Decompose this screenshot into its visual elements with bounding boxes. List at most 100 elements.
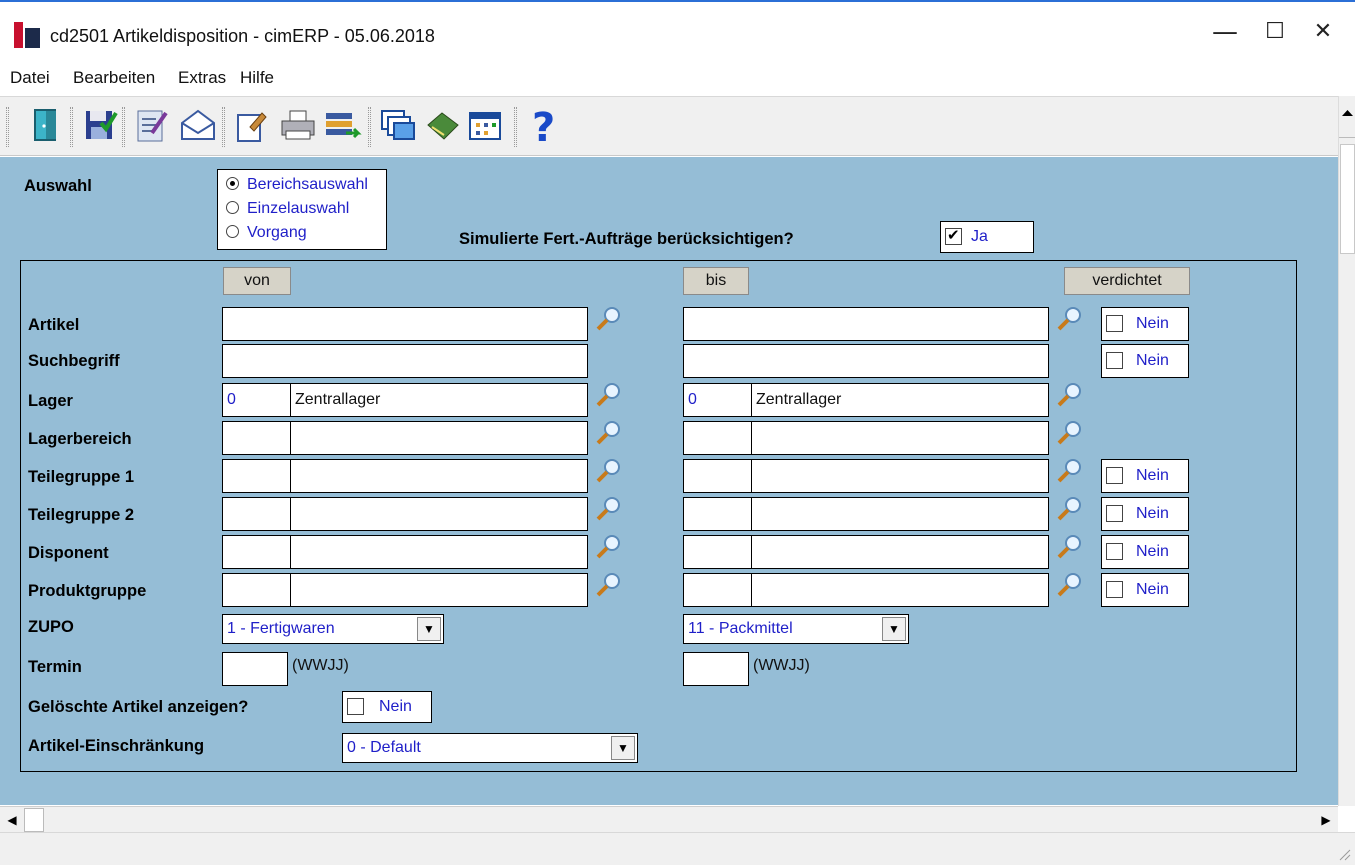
search-magnifier-icon[interactable] [594,381,622,409]
disponent-bis-code-input[interactable] [683,535,752,569]
teilegruppe2-verdichtet-checkbox[interactable]: Nein [1101,497,1189,531]
properties-icon[interactable] [232,105,272,147]
geloeschte-checkbox[interactable]: Nein [342,691,432,723]
search-magnifier-icon[interactable] [594,305,622,333]
save-icon[interactable] [80,105,120,147]
produktgruppe-bis-code-input[interactable] [683,573,752,607]
search-magnifier-icon[interactable] [1055,419,1083,447]
svg-text:?: ? [532,105,555,147]
horizontal-scrollbar[interactable]: ◀ ▶ [0,806,1338,832]
teilegruppe2-bis-code-input[interactable] [683,497,752,531]
termin-von-input[interactable] [222,652,288,686]
toolbar-separator [222,107,225,147]
menu-bearbeiten[interactable]: Bearbeiten [73,68,155,88]
chevron-down-icon[interactable]: ▼ [417,617,441,641]
radio-vorgang[interactable]: Vorgang [226,224,307,242]
chevron-down-icon[interactable]: ▼ [882,617,906,641]
scroll-left-icon[interactable]: ◀ [2,809,22,831]
maximize-button[interactable]: ☐ [1255,12,1295,52]
exit-door-icon[interactable] [28,105,68,147]
menu-hilfe[interactable]: Hilfe [240,68,274,88]
disponent-von-name-field [290,535,588,569]
search-magnifier-icon[interactable] [594,495,622,523]
search-magnifier-icon[interactable] [1055,381,1083,409]
close-button[interactable]: ✕ [1303,12,1343,52]
artikel-von-input[interactable] [222,307,588,341]
teilegruppe1-label: Teilegruppe 1 [28,468,135,486]
lagerbereich-bis-name-field [751,421,1049,455]
search-magnifier-icon[interactable] [594,419,622,447]
help-icon[interactable]: ? [524,105,564,151]
hscroll-thumb[interactable] [24,808,44,832]
teilegruppe1-verdichtet-checkbox[interactable]: Nein [1101,459,1189,493]
search-magnifier-icon[interactable] [1055,571,1083,599]
minimize-button[interactable]: — [1205,12,1245,52]
table-icon[interactable] [466,105,506,147]
suchbegriff-label: Suchbegriff [28,352,120,370]
chevron-down-icon[interactable]: ▼ [611,736,635,760]
radio-unselected-icon [226,225,239,238]
artikel-verdichtet-checkbox[interactable]: Nein [1101,307,1189,341]
artikel-label: Artikel [28,316,80,334]
disponent-label: Disponent [28,544,109,562]
toolbar-separator [6,107,9,147]
disponent-verdichtet-checkbox[interactable]: Nein [1101,535,1189,569]
termin-bis-hint: (WWJJ) [753,657,810,674]
lager-von-name-field: Zentrallager [290,383,588,417]
menu-bar: Datei Bearbeiten Extras Hilfe [0,60,1355,94]
transfer-icon[interactable] [322,105,362,147]
teilegruppe2-label: Teilegruppe 2 [28,506,135,524]
produktgruppe-bis-name-field [751,573,1049,607]
windows-icon[interactable] [378,105,418,147]
scroll-thumb[interactable] [1340,144,1355,254]
toolbar: ? [0,96,1338,156]
teilegruppe1-bis-code-input[interactable] [683,459,752,493]
lager-bis-code-input[interactable]: 0 [683,383,752,417]
radio-einzelauswahl[interactable]: Einzelauswahl [226,200,349,218]
radio-bereichsauswahl[interactable]: Bereichsauswahl [226,176,368,194]
simuliert-label: Simulierte Fert.-Aufträge berücksichtige… [459,230,794,248]
scroll-up-icon[interactable] [1339,96,1355,138]
zupo-bis-select[interactable]: 11 - Packmittel ▼ [683,614,909,644]
search-magnifier-icon[interactable] [1055,495,1083,523]
toolbar-separator [368,107,371,147]
suchbegriff-von-input[interactable] [222,344,588,378]
checkbox-unchecked-icon [1106,315,1123,332]
print-icon[interactable] [278,105,318,147]
search-magnifier-icon[interactable] [1055,305,1083,333]
checkbox-unchecked-icon [347,698,364,715]
radio-selected-icon [226,177,239,190]
book-icon[interactable] [422,105,462,147]
radio-unselected-icon [226,201,239,214]
edit-checklist-icon[interactable] [132,105,172,147]
zupo-von-select[interactable]: 1 - Fertigwaren ▼ [222,614,444,644]
scroll-right-icon[interactable]: ▶ [1316,809,1336,831]
termin-bis-input[interactable] [683,652,749,686]
search-magnifier-icon[interactable] [594,533,622,561]
mail-icon[interactable] [178,105,218,147]
einschraenkung-select[interactable]: 0 - Default ▼ [342,733,638,763]
produktgruppe-verdichtet-checkbox[interactable]: Nein [1101,573,1189,607]
search-magnifier-icon[interactable] [594,457,622,485]
vertical-scrollbar[interactable] [1338,96,1355,806]
lagerbereich-bis-code-input[interactable] [683,421,752,455]
teilegruppe2-von-code-input[interactable] [222,497,291,531]
search-magnifier-icon[interactable] [1055,533,1083,561]
search-magnifier-icon[interactable] [594,571,622,599]
menu-extras[interactable]: Extras [178,68,226,88]
artikel-bis-input[interactable] [683,307,1049,341]
teilegruppe1-von-code-input[interactable] [222,459,291,493]
lager-von-code-input[interactable]: 0 [222,383,291,417]
resize-grip-icon[interactable] [1337,847,1351,861]
menu-datei[interactable]: Datei [10,68,50,88]
column-header-bis: bis [683,267,749,295]
suchbegriff-verdichtet-checkbox[interactable]: Nein [1101,344,1189,378]
produktgruppe-von-code-input[interactable] [222,573,291,607]
search-magnifier-icon[interactable] [1055,457,1083,485]
suchbegriff-bis-input[interactable] [683,344,1049,378]
simuliert-checkbox[interactable]: Ja [940,221,1034,253]
status-bar [0,832,1355,865]
teilegruppe1-bis-name-field [751,459,1049,493]
lagerbereich-von-code-input[interactable] [222,421,291,455]
disponent-von-code-input[interactable] [222,535,291,569]
